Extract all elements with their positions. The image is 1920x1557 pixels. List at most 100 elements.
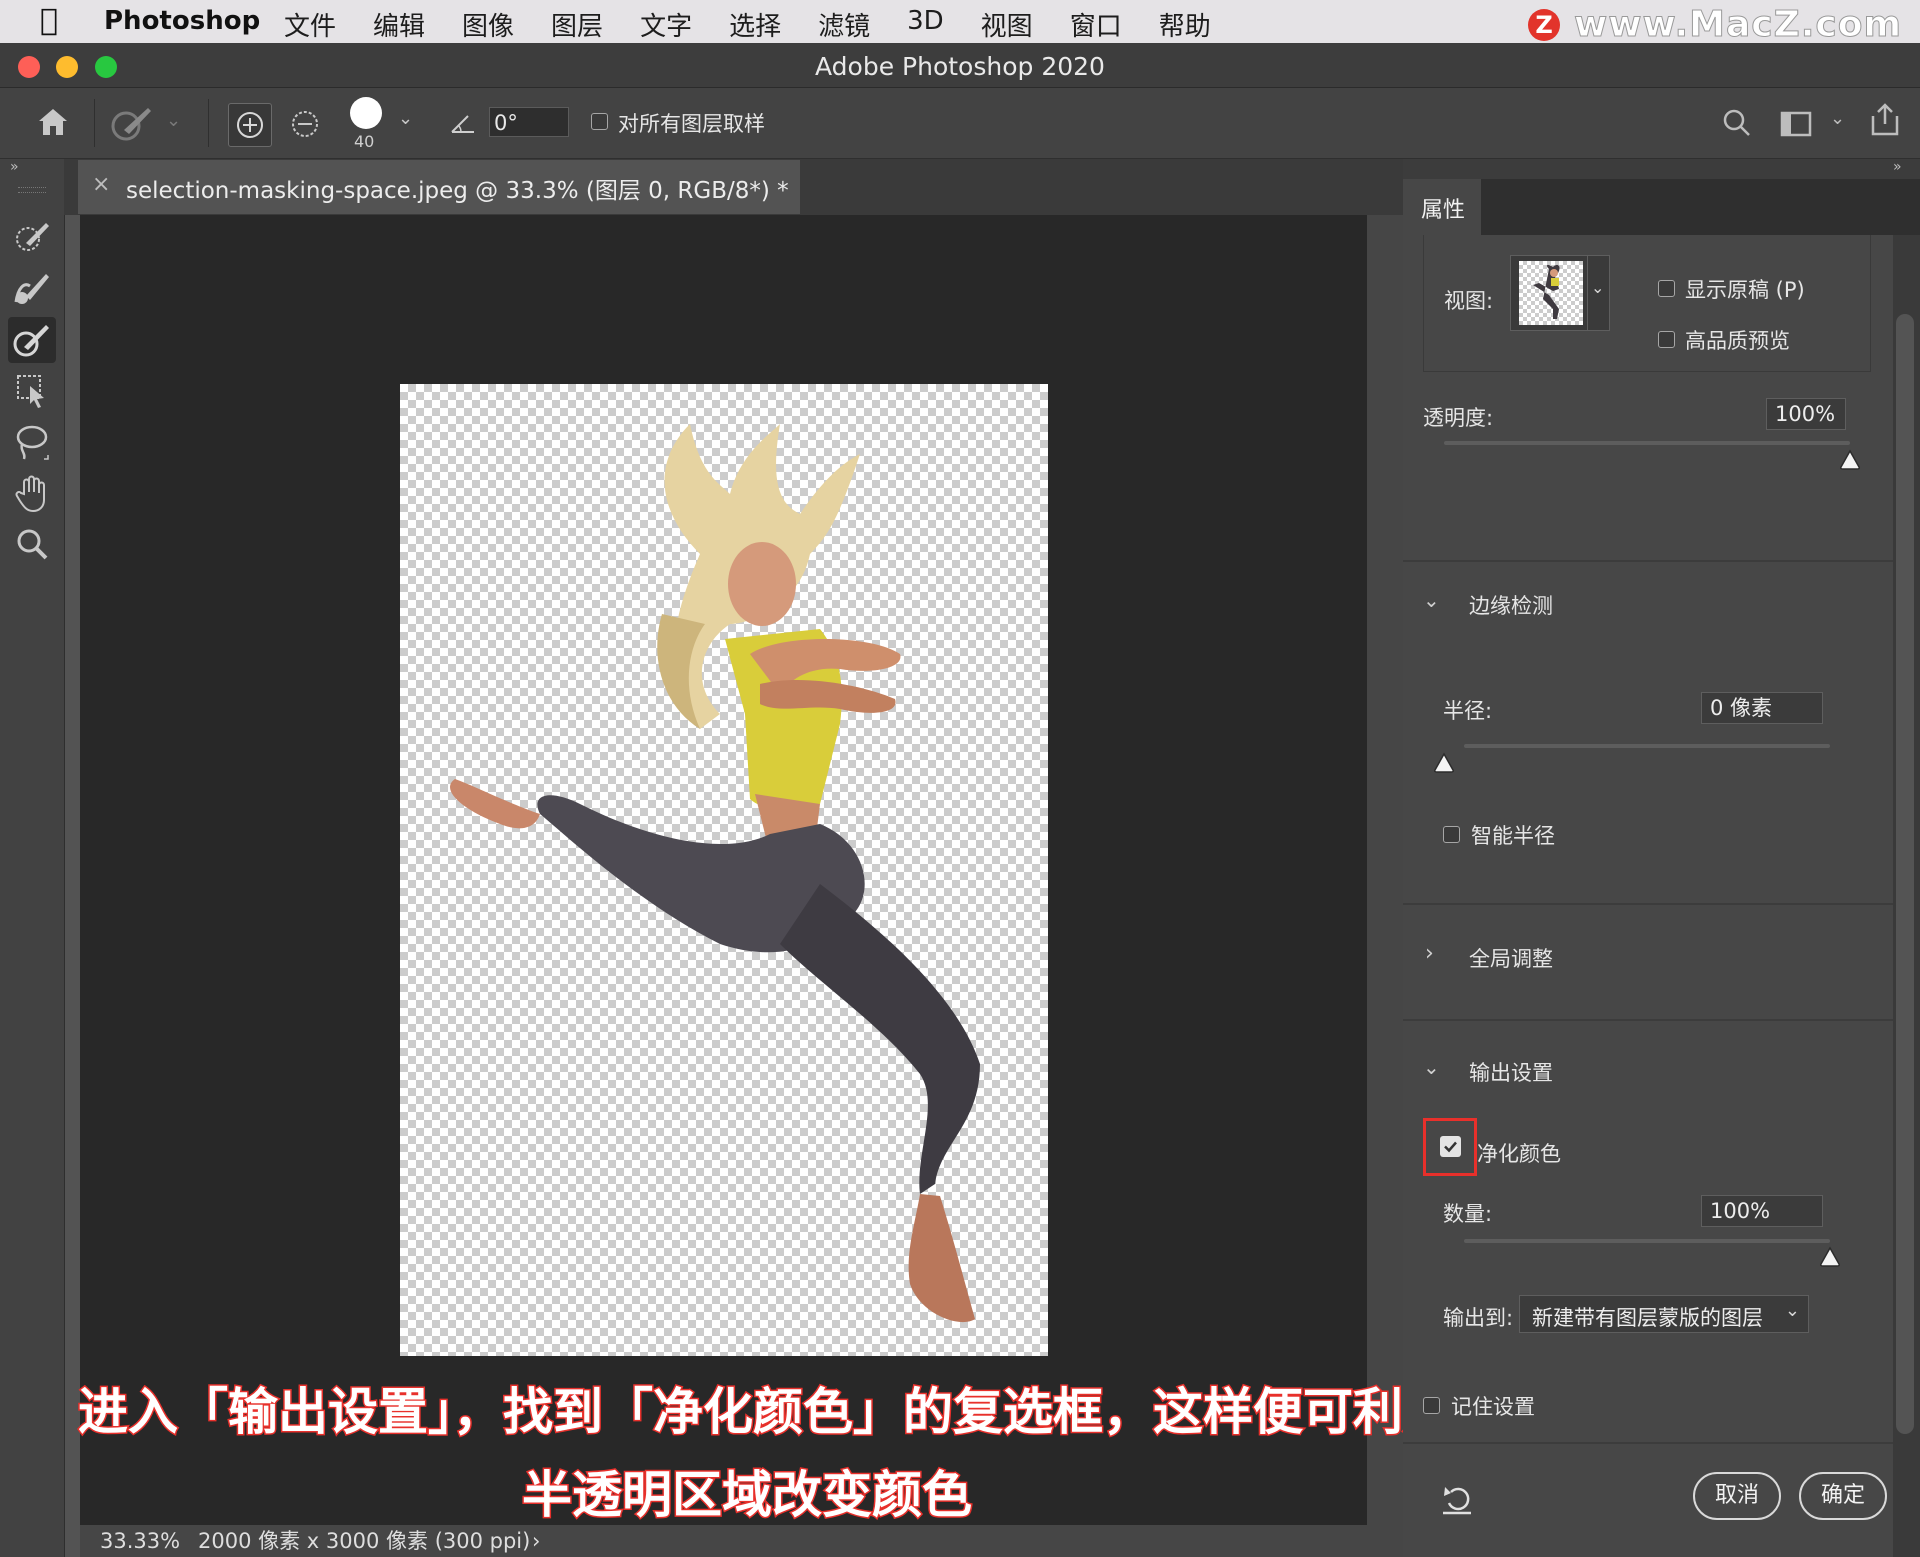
checkmark-icon bbox=[1444, 1141, 1457, 1153]
amount-slider-thumb[interactable] bbox=[1818, 1246, 1842, 1268]
decontaminate-colors-checkbox[interactable] bbox=[1440, 1136, 1461, 1157]
subtract-from-selection-button[interactable] bbox=[284, 103, 326, 145]
zoom-level[interactable]: 33.33% bbox=[100, 1525, 180, 1557]
refine-edge-brush-tool[interactable] bbox=[8, 266, 56, 312]
brush-tool[interactable] bbox=[8, 317, 56, 363]
app-menu[interactable]: Photoshop bbox=[104, 6, 260, 36]
edge-detection-title[interactable]: 边缘检测 bbox=[1469, 590, 1553, 620]
collapse-panel-icon[interactable]: » bbox=[1893, 159, 1902, 175]
cancel-button[interactable]: 取消 bbox=[1693, 1472, 1781, 1520]
output-settings-chevron-icon[interactable]: ⌄ bbox=[1423, 1055, 1440, 1079]
panel-scroll-thumb[interactable] bbox=[1896, 314, 1914, 1434]
tools-grip[interactable] bbox=[18, 187, 46, 193]
brush-preset-icon[interactable] bbox=[110, 104, 154, 142]
tab-properties-label: 属性 bbox=[1421, 198, 1466, 223]
output-settings-title[interactable]: 输出设置 bbox=[1469, 1057, 1553, 1087]
view-label: 视图: bbox=[1444, 289, 1494, 313]
global-adjust-chevron-icon[interactable]: › bbox=[1425, 941, 1434, 966]
menu-items: 文件 编辑 图像 图层 文字 选择 滤镜 3D 视图 窗口 帮助 bbox=[284, 6, 1248, 43]
workspace-icon[interactable] bbox=[1780, 110, 1814, 138]
zoom-icon bbox=[17, 529, 48, 560]
search-icon[interactable] bbox=[1722, 108, 1752, 138]
dancer-image bbox=[450, 424, 980, 1323]
status-menu-arrow-icon[interactable]: › bbox=[532, 1525, 540, 1557]
smart-radius-label: 智能半径 bbox=[1471, 824, 1555, 848]
refine-edge-brush-icon bbox=[14, 274, 49, 304]
brush-size-value: 40 bbox=[354, 132, 375, 151]
brush-icon bbox=[13, 325, 49, 357]
reset-icon[interactable] bbox=[1439, 1483, 1475, 1517]
close-tab-icon[interactable]: × bbox=[92, 172, 110, 197]
view-mode-thumbnail bbox=[1519, 261, 1583, 325]
amount-input[interactable]: 100% bbox=[1701, 1195, 1823, 1227]
window-title-bar: Adobe Photoshop 2020 bbox=[0, 43, 1920, 88]
menu-window[interactable]: 窗口 bbox=[1070, 6, 1122, 43]
section-divider bbox=[1403, 1442, 1893, 1444]
menu-image[interactable]: 图像 bbox=[462, 6, 514, 43]
add-to-selection-button[interactable] bbox=[228, 103, 272, 147]
menu-type[interactable]: 文字 bbox=[640, 6, 692, 43]
opacity-label: 透明度: bbox=[1423, 406, 1494, 430]
quick-selection-tool[interactable] bbox=[8, 215, 56, 261]
workspace-chevron-icon[interactable]: ⌄ bbox=[1830, 108, 1845, 129]
menu-help[interactable]: 帮助 bbox=[1159, 6, 1211, 43]
output-to-chevron-icon: ⌄ bbox=[1784, 1300, 1800, 1321]
view-mode-dropdown[interactable]: ⌄ bbox=[1510, 255, 1610, 331]
circle-plus-icon bbox=[237, 112, 263, 138]
hand-icon bbox=[15, 475, 45, 513]
global-adjust-title[interactable]: 全局调整 bbox=[1469, 943, 1553, 973]
apple-icon[interactable]:  bbox=[40, 3, 58, 38]
opacity-slider-thumb[interactable] bbox=[1838, 449, 1862, 471]
opacity-input[interactable]: 100% bbox=[1766, 398, 1846, 430]
opacity-slider-track[interactable] bbox=[1444, 441, 1850, 445]
zoom-tool[interactable] bbox=[8, 521, 56, 567]
brush-preset-chevron-icon[interactable]: ⌄ bbox=[166, 110, 181, 131]
options-bar: ⌄ 40 ⌄ 0° 对所有图层取样 ⌄ bbox=[0, 88, 1920, 159]
menu-3d[interactable]: 3D bbox=[907, 6, 944, 43]
smart-radius-checkbox[interactable] bbox=[1443, 826, 1460, 843]
edge-detection-chevron-icon[interactable]: ⌄ bbox=[1423, 588, 1440, 612]
menu-file[interactable]: 文件 bbox=[284, 6, 336, 43]
caption-line-2: 半透明区域改变颜色 bbox=[521, 1465, 974, 1526]
radius-slider-track[interactable] bbox=[1464, 744, 1830, 748]
share-icon[interactable] bbox=[1868, 102, 1902, 138]
brush-size-chevron-icon[interactable]: ⌄ bbox=[398, 108, 413, 129]
panel-body: 视图: ⌄ 显示原稿 (P) 高品质预览 透明度: 100% ⌄ 边缘检测 半径… bbox=[1403, 235, 1893, 1557]
output-to-dropdown[interactable]: 新建带有图层蒙版的图层 ⌄ bbox=[1519, 1295, 1809, 1333]
menu-filter[interactable]: 滤镜 bbox=[818, 6, 870, 43]
properties-panel: » 属性 视图: ⌄ 显示原稿 (P) 高品质预览 透明度: 100% ⌄ 边缘… bbox=[1403, 159, 1920, 1557]
document-tab[interactable]: × selection-masking-space.jpeg @ 33.3% (… bbox=[78, 160, 800, 214]
brush-size-preview[interactable] bbox=[350, 97, 382, 129]
menu-edit[interactable]: 编辑 bbox=[373, 6, 425, 43]
transparent-canvas[interactable] bbox=[400, 384, 1048, 1356]
remember-settings-label: 记住设置 bbox=[1451, 1395, 1535, 1419]
home-icon[interactable] bbox=[36, 106, 70, 138]
hq-preview-checkbox[interactable] bbox=[1658, 331, 1675, 348]
section-divider bbox=[1403, 903, 1893, 905]
tab-properties[interactable]: 属性 bbox=[1403, 179, 1481, 235]
object-selection-icon bbox=[17, 375, 44, 408]
canvas-vertical-scrollbar[interactable] bbox=[1367, 215, 1403, 1525]
caption-line-1: 进入「输出设置」，找到「净化颜色」的复选框，这样便可利用 bbox=[77, 1382, 1455, 1443]
menu-select[interactable]: 选择 bbox=[729, 6, 781, 43]
menu-layer[interactable]: 图层 bbox=[551, 6, 603, 43]
radius-label: 半径: bbox=[1443, 699, 1493, 723]
sample-all-layers-checkbox[interactable] bbox=[591, 113, 608, 130]
show-original-label: 显示原稿 (P) bbox=[1685, 278, 1805, 302]
remember-settings-checkbox[interactable] bbox=[1423, 1397, 1440, 1414]
menu-view[interactable]: 视图 bbox=[981, 6, 1033, 43]
radius-slider-thumb[interactable] bbox=[1432, 752, 1456, 774]
amount-slider-track[interactable] bbox=[1464, 1239, 1830, 1243]
collapse-tools-icon[interactable]: » bbox=[10, 159, 19, 175]
object-selection-tool[interactable] bbox=[8, 368, 56, 414]
angle-input[interactable]: 0° bbox=[489, 107, 569, 137]
lasso-icon bbox=[16, 425, 49, 460]
hand-tool[interactable] bbox=[8, 470, 56, 516]
ok-button[interactable]: 确定 bbox=[1799, 1472, 1887, 1520]
radius-input[interactable]: 0 像素 bbox=[1701, 692, 1823, 724]
panel-tab-bar: 属性 bbox=[1403, 179, 1920, 235]
show-original-checkbox[interactable] bbox=[1658, 280, 1675, 297]
output-to-label: 输出到: bbox=[1443, 1306, 1514, 1330]
lasso-tool[interactable] bbox=[8, 419, 56, 465]
watermark-text: www.MacZ.com bbox=[1574, 4, 1902, 46]
